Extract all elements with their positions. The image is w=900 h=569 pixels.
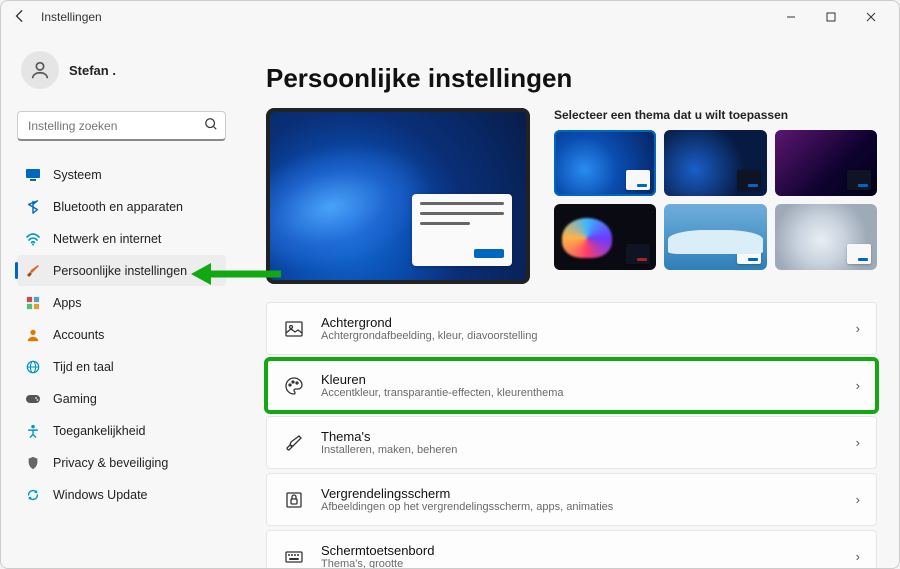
sidebar-item-apps[interactable]: Apps xyxy=(17,287,226,318)
card-lockscreen[interactable]: Vergrendelingsscherm Afbeeldingen op het… xyxy=(266,473,877,526)
card-title: Schermtoetsenbord xyxy=(321,543,840,558)
card-title: Achtergrond xyxy=(321,315,840,330)
theme-thumb-4[interactable] xyxy=(554,204,656,270)
nav-list: Systeem Bluetooth en apparaten Netwerk e… xyxy=(17,159,226,510)
gamepad-icon xyxy=(25,391,41,407)
chevron-right-icon: › xyxy=(856,321,860,336)
theme-thumb-1[interactable] xyxy=(554,130,656,196)
maximize-button[interactable] xyxy=(811,3,851,31)
card-background[interactable]: Achtergrond Achtergrondafbeelding, kleur… xyxy=(266,302,877,355)
settings-window: Instellingen Stefan . xyxy=(0,0,900,569)
sidebar-item-label: Bluetooth en apparaten xyxy=(53,200,183,214)
sidebar-item-update[interactable]: Windows Update xyxy=(17,479,226,510)
card-subtitle: Accentkleur, transparantie-effecten, kle… xyxy=(321,387,840,399)
card-subtitle: Thema's, grootte xyxy=(321,558,840,568)
desktop-preview xyxy=(266,108,530,284)
titlebar: Instellingen xyxy=(1,1,899,33)
card-themes[interactable]: Thema's Installeren, maken, beheren › xyxy=(266,416,877,469)
sidebar-item-label: Accounts xyxy=(53,328,104,342)
sidebar-item-network[interactable]: Netwerk en internet xyxy=(17,223,226,254)
apps-icon xyxy=(25,295,41,311)
sidebar: Stefan . Systeem Bluetooth en apparaten xyxy=(1,33,236,568)
chevron-right-icon: › xyxy=(856,435,860,450)
card-subtitle: Achtergrondafbeelding, kleur, diavoorste… xyxy=(321,330,840,342)
theme-thumb-6[interactable] xyxy=(775,204,877,270)
chevron-right-icon: › xyxy=(856,492,860,507)
accessibility-icon xyxy=(25,423,41,439)
card-title: Vergrendelingsscherm xyxy=(321,486,840,501)
palette-icon xyxy=(283,375,305,397)
preview-window xyxy=(412,194,512,266)
theme-grid xyxy=(554,130,877,270)
theme-thumb-5[interactable] xyxy=(664,204,766,270)
sidebar-item-label: Windows Update xyxy=(53,488,148,502)
sidebar-item-label: Toegankelijkheid xyxy=(53,424,145,438)
card-touchkeyboard[interactable]: Schermtoetsenbord Thema's, grootte › xyxy=(266,530,877,568)
chevron-right-icon: › xyxy=(856,378,860,393)
sidebar-item-bluetooth[interactable]: Bluetooth en apparaten xyxy=(17,191,226,222)
theme-selector-label: Selecteer een thema dat u wilt toepassen xyxy=(554,108,877,122)
sidebar-item-system[interactable]: Systeem xyxy=(17,159,226,190)
search-input[interactable] xyxy=(17,111,226,141)
globe-icon xyxy=(25,359,41,375)
profile-name: Stefan . xyxy=(69,63,116,78)
sidebar-item-accessibility[interactable]: Toegankelijkheid xyxy=(17,415,226,446)
monitor-icon xyxy=(25,167,41,183)
sidebar-item-accounts[interactable]: Accounts xyxy=(17,319,226,350)
main-content: Persoonlijke instellingen Selecteer een … xyxy=(236,33,899,568)
sidebar-item-time[interactable]: Tijd en taal xyxy=(17,351,226,382)
theme-thumb-3[interactable] xyxy=(775,130,877,196)
person-icon xyxy=(25,327,41,343)
card-title: Kleuren xyxy=(321,372,840,387)
sidebar-item-label: Gaming xyxy=(53,392,97,406)
lockscreen-icon xyxy=(283,489,305,511)
sidebar-item-privacy[interactable]: Privacy & beveiliging xyxy=(17,447,226,478)
sidebar-item-label: Apps xyxy=(53,296,82,310)
search-icon xyxy=(204,117,218,136)
minimize-button[interactable] xyxy=(771,3,811,31)
card-colors[interactable]: Kleuren Accentkleur, transparantie-effec… xyxy=(266,359,877,412)
sidebar-item-label: Netwerk en internet xyxy=(53,232,161,246)
search-box[interactable] xyxy=(17,111,226,141)
page-title: Persoonlijke instellingen xyxy=(266,63,877,94)
card-subtitle: Afbeeldingen op het vergrendelingsscherm… xyxy=(321,501,840,513)
card-subtitle: Installeren, maken, beheren xyxy=(321,444,840,456)
wifi-icon xyxy=(25,231,41,247)
paintbrush-icon xyxy=(25,263,41,279)
back-icon[interactable] xyxy=(13,9,27,26)
card-title: Thema's xyxy=(321,429,840,444)
image-icon xyxy=(283,318,305,340)
sidebar-item-label: Persoonlijke instellingen xyxy=(53,264,187,278)
sidebar-item-label: Systeem xyxy=(53,168,102,182)
settings-cards: Achtergrond Achtergrondafbeelding, kleur… xyxy=(266,302,877,568)
sidebar-item-label: Privacy & beveiliging xyxy=(53,456,168,470)
close-button[interactable] xyxy=(851,3,891,31)
refresh-icon xyxy=(25,487,41,503)
brush-icon xyxy=(283,432,305,454)
keyboard-icon xyxy=(283,546,305,568)
shield-icon xyxy=(25,455,41,471)
profile[interactable]: Stefan . xyxy=(17,51,226,89)
sidebar-item-gaming[interactable]: Gaming xyxy=(17,383,226,414)
theme-thumb-2[interactable] xyxy=(664,130,766,196)
avatar xyxy=(21,51,59,89)
sidebar-item-personalization[interactable]: Persoonlijke instellingen xyxy=(17,255,226,286)
window-title: Instellingen xyxy=(41,10,102,24)
chevron-right-icon: › xyxy=(856,549,860,564)
bluetooth-icon xyxy=(25,199,41,215)
sidebar-item-label: Tijd en taal xyxy=(53,360,114,374)
